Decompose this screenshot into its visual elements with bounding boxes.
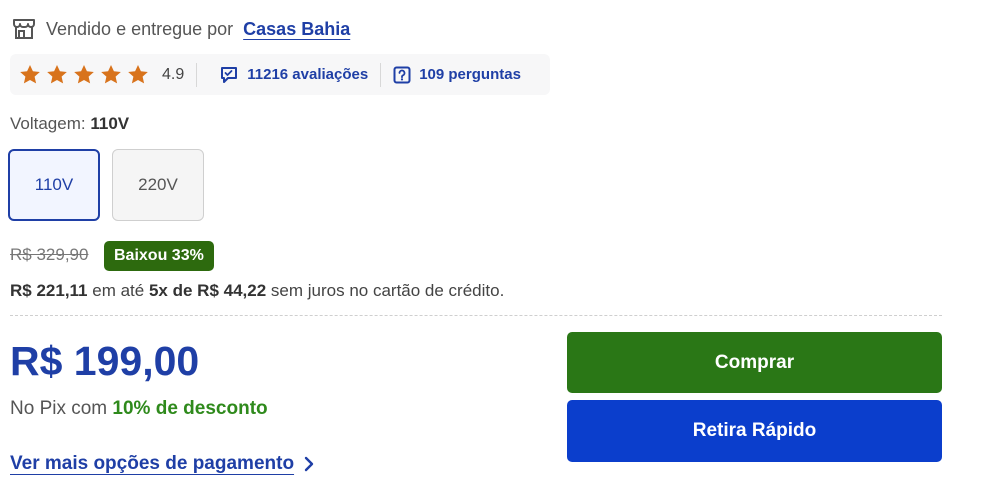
- questions-label: 109 perguntas: [419, 66, 521, 83]
- more-payment-label: Ver mais opções de pagamento: [10, 453, 295, 474]
- chevron-right-icon: [304, 456, 314, 472]
- reviews-link[interactable]: 11216 avaliações: [219, 65, 368, 85]
- more-payment-options-link[interactable]: Ver mais opções de pagamento: [10, 453, 316, 475]
- seller-link[interactable]: Casas Bahia: [243, 19, 350, 40]
- pix-prefix: No Pix com: [10, 398, 108, 419]
- star-icon: [74, 64, 94, 83]
- rating-score: 4.9: [162, 65, 185, 83]
- questions-link[interactable]: 109 perguntas: [393, 66, 521, 84]
- buy-button[interactable]: Comprar: [567, 332, 942, 393]
- discount-badge: Baixou 33%: [104, 241, 214, 271]
- voltage-option-110v[interactable]: 110V: [8, 149, 100, 221]
- star-rating: [18, 63, 150, 87]
- divider: [196, 62, 198, 87]
- chat-bubble-icon: [221, 66, 238, 83]
- star-icon: [47, 64, 67, 83]
- installment-mid: em até: [92, 281, 145, 300]
- seller-prefix: Vendido e entregue por: [46, 18, 234, 39]
- rating-bar: 4.9 11216 avaliações 109 perguntas: [10, 54, 550, 95]
- quick-pickup-button[interactable]: Retira Rápido: [567, 400, 942, 462]
- current-price: R$ 199,00: [10, 338, 200, 384]
- installment-plan: 5x de R$ 44,22: [148, 281, 267, 300]
- old-price: R$ 329,90: [10, 245, 89, 264]
- installment-info: R$ 221,11 em até 5x de R$ 44,22 sem juro…: [10, 281, 504, 301]
- store-icon: [12, 17, 36, 41]
- voltage-option-220v[interactable]: 220V: [112, 149, 204, 221]
- question-icon: [393, 66, 411, 83]
- pix-info: No Pix com 10% de desconto: [10, 398, 268, 420]
- voltage-selected-value: 110V: [90, 114, 130, 133]
- star-icon: [101, 64, 121, 83]
- installment-total: R$ 221,11: [10, 281, 88, 300]
- voltage-label: Voltagem: 110V: [10, 114, 129, 134]
- reviews-label: 11216 avaliações: [247, 66, 369, 83]
- pix-discount: 10% de desconto: [112, 398, 268, 419]
- voltage-label-text: Voltagem:: [10, 114, 86, 133]
- divider: [380, 62, 382, 87]
- section-divider: [10, 315, 942, 316]
- star-icon: [128, 64, 148, 83]
- installment-suffix: sem juros no cartão de crédito.: [270, 281, 505, 300]
- star-icon: [20, 64, 40, 83]
- seller-info: Vendido e entregue por Casas Bahia: [12, 16, 350, 42]
